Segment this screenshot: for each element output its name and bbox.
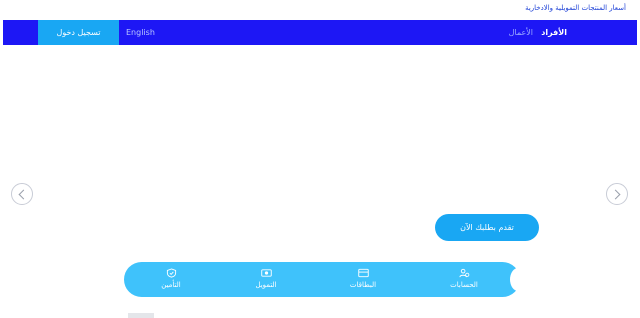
carousel-prev-button[interactable] bbox=[11, 183, 33, 205]
dock-item-label: التمويل bbox=[255, 281, 277, 289]
chevron-left-icon bbox=[18, 189, 29, 199]
insurance-icon bbox=[166, 268, 176, 278]
accounts-icon bbox=[458, 268, 469, 278]
cash-icon bbox=[260, 269, 272, 277]
dock-notch bbox=[510, 268, 526, 291]
dock-item-accounts[interactable]: الحسابات bbox=[429, 268, 499, 289]
dock-item-insurance[interactable]: التأمين bbox=[136, 268, 206, 289]
login-button[interactable]: تسجيل دخول bbox=[38, 20, 119, 45]
dock-item-cards[interactable]: البطاقات bbox=[328, 268, 398, 289]
dock-item-label: التأمين bbox=[161, 281, 181, 289]
tab-individuals[interactable]: الأفراد bbox=[541, 20, 567, 45]
apply-now-button[interactable]: تقدم بطلبك الآن bbox=[435, 214, 539, 241]
carousel-next-button[interactable] bbox=[606, 183, 628, 205]
card-icon bbox=[357, 268, 369, 278]
main-navbar: تسجيل دخول English الأفراد الأعمال bbox=[3, 20, 637, 45]
chevron-right-icon bbox=[610, 189, 621, 199]
top-utility-bar: أسعار المنتجات التمويلية والادخارية bbox=[0, 0, 640, 20]
product-dock: الحسابات البطاقات التمويل التأمين bbox=[124, 262, 526, 297]
dock-item-financing[interactable]: التمويل bbox=[231, 268, 301, 289]
tab-business[interactable]: الأعمال bbox=[509, 20, 533, 45]
scroll-fragment bbox=[128, 313, 154, 318]
language-switch[interactable]: English bbox=[126, 20, 155, 45]
pricing-link[interactable]: أسعار المنتجات التمويلية والادخارية bbox=[525, 4, 626, 12]
dock-item-label: البطاقات bbox=[349, 281, 377, 289]
dock-item-label: الحسابات bbox=[450, 281, 478, 289]
